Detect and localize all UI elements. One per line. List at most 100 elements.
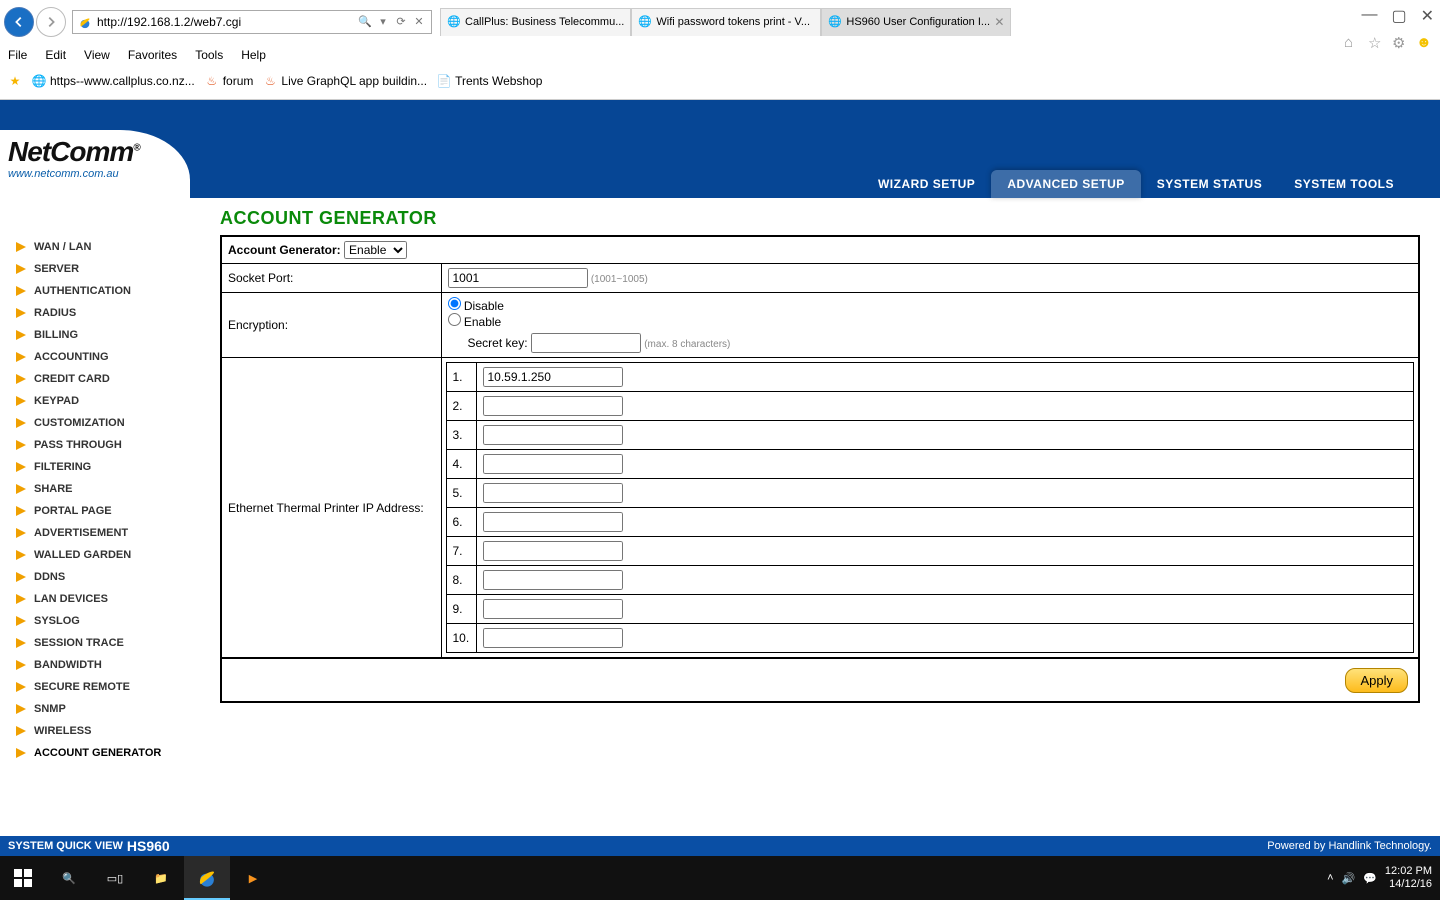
nav-system-tools[interactable]: SYSTEM TOOLS bbox=[1278, 170, 1410, 198]
printer-ip-4[interactable] bbox=[483, 454, 623, 474]
task-view-button[interactable]: ▭▯ bbox=[92, 856, 138, 900]
socket-port-hint: (1001~1005) bbox=[591, 274, 648, 285]
menu-edit[interactable]: Edit bbox=[45, 48, 66, 62]
sidebar-item-walled-garden[interactable]: WALLED GARDEN bbox=[16, 544, 202, 566]
socket-port-input[interactable] bbox=[448, 268, 588, 288]
sidebar-item-server[interactable]: SERVER bbox=[16, 258, 202, 280]
sidebar-item-share[interactable]: SHARE bbox=[16, 478, 202, 500]
secret-key-input[interactable] bbox=[531, 333, 641, 353]
printer-ip-5[interactable] bbox=[483, 483, 623, 503]
sidebar-item-authentication[interactable]: AUTHENTICATION bbox=[16, 280, 202, 302]
tab-callplus[interactable]: 🌐 CallPlus: Business Telecommu... bbox=[440, 8, 631, 36]
menu-help[interactable]: Help bbox=[241, 48, 266, 62]
sidebar-item-lan-devices[interactable]: LAN DEVICES bbox=[16, 588, 202, 610]
arrow-icon bbox=[16, 374, 26, 384]
address-bar[interactable]: 🔍 ▾ ⟳ ✕ bbox=[72, 10, 432, 34]
printer-ip-7[interactable] bbox=[483, 541, 623, 561]
printer-ip-2[interactable] bbox=[483, 396, 623, 416]
ie-button[interactable] bbox=[184, 856, 230, 900]
sidebar-item-wireless[interactable]: WIRELESS bbox=[16, 720, 202, 742]
footer-model: HS960 bbox=[127, 838, 170, 854]
nav-system-status[interactable]: SYSTEM STATUS bbox=[1141, 170, 1278, 198]
printer-ip-8[interactable] bbox=[483, 570, 623, 590]
bookmark-trents[interactable]: 📄Trents Webshop bbox=[437, 74, 542, 88]
sidebar-item-wan-lan[interactable]: WAN / LAN bbox=[16, 236, 202, 258]
printer-ip-1[interactable] bbox=[483, 367, 623, 387]
start-button[interactable] bbox=[0, 856, 46, 900]
search-icon[interactable]: 🔍 bbox=[357, 14, 373, 30]
encryption-enable-option[interactable]: Enable bbox=[448, 315, 502, 329]
bookmark-forum[interactable]: ♨forum bbox=[205, 74, 254, 88]
stop-icon[interactable]: ✕ bbox=[411, 14, 427, 30]
sidebar: SYSTEM WAN / LAN SERVER AUTHENTICATION R… bbox=[0, 198, 210, 898]
home-icon[interactable]: ⌂ bbox=[1344, 34, 1362, 52]
menu-tools[interactable]: Tools bbox=[195, 48, 223, 62]
sidebar-item-keypad[interactable]: KEYPAD bbox=[16, 390, 202, 412]
sidebar-item-session-trace[interactable]: SESSION TRACE bbox=[16, 632, 202, 654]
sidebar-item-pass-through[interactable]: PASS THROUGH bbox=[16, 434, 202, 456]
minimize-button[interactable]: — bbox=[1361, 6, 1377, 26]
sidebar-item-accounting[interactable]: ACCOUNTING bbox=[16, 346, 202, 368]
nav-wizard-setup[interactable]: WIZARD SETUP bbox=[862, 170, 991, 198]
arrow-icon bbox=[16, 660, 26, 670]
encryption-disable-option[interactable]: Disable bbox=[448, 299, 504, 313]
printer-ip-3[interactable] bbox=[483, 425, 623, 445]
dropdown-icon[interactable]: ▾ bbox=[375, 14, 391, 30]
back-button[interactable] bbox=[4, 7, 34, 37]
system-tray: ˄ 🔊 💬 12:02 PM 14/12/16 bbox=[1319, 865, 1440, 891]
settings-icon[interactable]: ⚙ bbox=[1392, 34, 1410, 52]
emoji-icon[interactable]: ☻ bbox=[1416, 34, 1434, 52]
printer-ip-9[interactable] bbox=[483, 599, 623, 619]
sidebar-item-secure-remote[interactable]: SECURE REMOTE bbox=[16, 676, 202, 698]
sidebar-item-billing[interactable]: BILLING bbox=[16, 324, 202, 346]
nav-advanced-setup[interactable]: ADVANCED SETUP bbox=[991, 170, 1140, 198]
arrow-icon bbox=[16, 550, 26, 560]
page-footer: SYSTEM QUICK VIEW HS960 Powered by Handl… bbox=[0, 836, 1440, 856]
arrow-icon bbox=[16, 594, 26, 604]
config-table: Account Generator: Enable Disable Socket… bbox=[220, 235, 1420, 659]
sidebar-item-advertisement[interactable]: ADVERTISEMENT bbox=[16, 522, 202, 544]
maximize-button[interactable]: ▢ bbox=[1391, 6, 1406, 26]
bookmark-graphql[interactable]: ♨Live GraphQL app buildin... bbox=[263, 74, 427, 88]
url-input[interactable] bbox=[97, 12, 353, 32]
printer-ip-6[interactable] bbox=[483, 512, 623, 532]
sidebar-item-account-generator[interactable]: ACCOUNT GENERATOR bbox=[16, 742, 202, 764]
bookmark-callplus[interactable]: 🌐https--www.callplus.co.nz... bbox=[32, 74, 195, 88]
refresh-icon[interactable]: ⟳ bbox=[393, 14, 409, 30]
tray-clock[interactable]: 12:02 PM 14/12/16 bbox=[1385, 865, 1432, 891]
flame-icon: ♨ bbox=[205, 74, 219, 88]
menu-bar: File Edit View Favorites Tools Help bbox=[0, 43, 1440, 67]
table-row: 6. bbox=[446, 508, 1414, 537]
sidebar-item-filtering[interactable]: FILTERING bbox=[16, 456, 202, 478]
menu-favorites[interactable]: Favorites bbox=[128, 48, 177, 62]
sidebar-item-ddns[interactable]: DDNS bbox=[16, 566, 202, 588]
apply-button[interactable]: Apply bbox=[1345, 668, 1408, 693]
forward-button[interactable] bbox=[36, 7, 66, 37]
tab-hs960[interactable]: 🌐 HS960 User Configuration I... ✕ bbox=[821, 8, 1011, 36]
tray-chevron-icon[interactable]: ˄ bbox=[1327, 872, 1333, 884]
favorites-icon[interactable]: ☆ bbox=[1368, 34, 1386, 52]
arrow-icon bbox=[16, 506, 26, 516]
search-button[interactable]: 🔍 bbox=[46, 856, 92, 900]
sidebar-item-bandwidth[interactable]: BANDWIDTH bbox=[16, 654, 202, 676]
close-button[interactable]: ✕ bbox=[1421, 6, 1434, 26]
sidebar-item-customization[interactable]: CUSTOMIZATION bbox=[16, 412, 202, 434]
sidebar-item-syslog[interactable]: SYSLOG bbox=[16, 610, 202, 632]
sidebar-item-radius[interactable]: RADIUS bbox=[16, 302, 202, 324]
menu-file[interactable]: File bbox=[8, 48, 27, 62]
tray-action-center-icon[interactable]: 💬 bbox=[1363, 872, 1377, 885]
tab-close-icon[interactable]: ✕ bbox=[994, 15, 1004, 29]
sidebar-item-credit-card[interactable]: CREDIT CARD bbox=[16, 368, 202, 390]
bookmark-add[interactable]: ★ bbox=[8, 74, 22, 88]
tray-volume-icon[interactable]: 🔊 bbox=[1342, 872, 1356, 885]
sidebar-item-portal-page[interactable]: PORTAL PAGE bbox=[16, 500, 202, 522]
printer-ip-10[interactable] bbox=[483, 628, 623, 648]
file-explorer-button[interactable]: 📁 bbox=[138, 856, 184, 900]
arrow-icon bbox=[16, 616, 26, 626]
menu-view[interactable]: View bbox=[84, 48, 110, 62]
tab-wifi-tokens[interactable]: 🌐 Wifi password tokens print - V... bbox=[631, 8, 821, 36]
media-player-button[interactable]: ▶ bbox=[230, 856, 276, 900]
page-icon: 📄 bbox=[437, 74, 451, 88]
enable-select[interactable]: Enable Disable bbox=[344, 241, 407, 259]
sidebar-item-snmp[interactable]: SNMP bbox=[16, 698, 202, 720]
